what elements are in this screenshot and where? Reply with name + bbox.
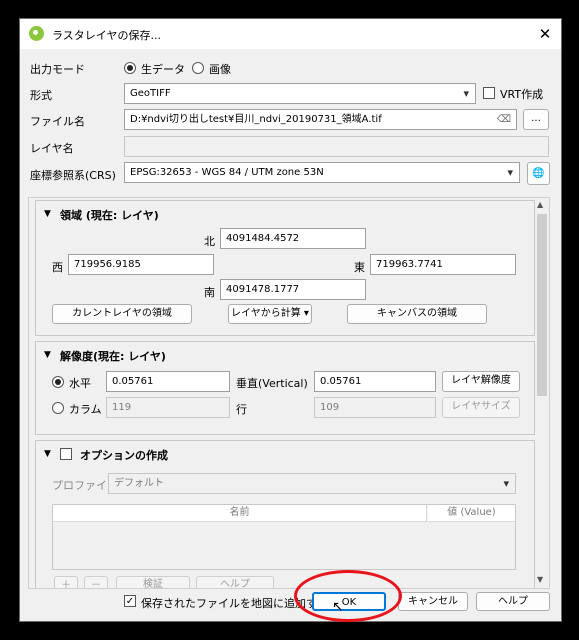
options-table: 名前 値 (Value) xyxy=(52,504,516,570)
clear-icon[interactable]: ⌫ xyxy=(497,110,511,129)
browse-button[interactable]: ... xyxy=(523,109,549,130)
format-value: GeoTIFF xyxy=(130,88,171,99)
crs-label: 座標参照系(CRS) xyxy=(30,169,116,182)
crs-selector-button[interactable]: 🌐 xyxy=(527,162,550,185)
horizontal-label: 水平 xyxy=(69,377,91,390)
vrt-checkbox[interactable] xyxy=(483,87,495,99)
west-input[interactable]: 719956.9185 xyxy=(68,254,214,275)
qgis-logo-icon xyxy=(29,26,44,41)
creation-options-checkbox[interactable] xyxy=(60,448,72,460)
remove-option-icon[interactable]: － xyxy=(84,576,108,588)
save-raster-dialog: ラスタレイヤの保存... ✕ 出力モード 生データ 画像 形式 GeoTIFF … xyxy=(19,18,562,622)
options-scroll-area: ▼ 領域 (現在: レイヤ) 北 4091484.4572 西 719956.9… xyxy=(28,197,550,589)
vrt-label: VRT作成 xyxy=(500,88,544,101)
add-option-icon[interactable]: ＋ xyxy=(54,576,78,588)
columns-input[interactable]: 119 xyxy=(106,397,230,418)
col-name-header[interactable]: 名前 xyxy=(53,505,427,522)
east-label: 東 xyxy=(354,261,365,274)
scroll-down-icon[interactable]: ▼ xyxy=(537,575,543,584)
layer-resolution-button[interactable]: レイヤ解像度 xyxy=(442,371,520,392)
add-to-map-checkbox[interactable]: ✓ xyxy=(124,595,136,607)
vertical-input[interactable]: 0.05761 xyxy=(314,371,436,392)
south-input[interactable]: 4091478.1777 xyxy=(220,279,366,300)
filename-value: D:¥ndvi切り出しtest¥目川_ndvi_20190731_領域A.tif xyxy=(130,114,382,125)
profile-select[interactable]: デフォルト xyxy=(108,473,516,494)
image-radio[interactable] xyxy=(192,62,204,74)
raw-data-label: 生データ xyxy=(141,63,185,76)
resolution-header: 解像度(現在: レイヤ) xyxy=(60,350,166,363)
annotation-circle xyxy=(294,570,402,622)
horizontal-input[interactable]: 0.05761 xyxy=(106,371,230,392)
current-layer-extent-button[interactable]: カレントレイヤの領域 xyxy=(52,304,192,324)
canvas-extent-button[interactable]: キャンバスの領域 xyxy=(347,304,487,324)
north-label: 北 xyxy=(204,235,215,248)
profile-value: デフォルト xyxy=(114,478,164,489)
east-input[interactable]: 719963.7741 xyxy=(370,254,516,275)
options-help-button[interactable]: ヘルプ xyxy=(196,576,274,588)
filename-input[interactable]: D:¥ndvi切り出しtest¥目川_ndvi_20190731_領域A.tif… xyxy=(124,109,517,130)
collapse-triangle-icon[interactable]: ▼ xyxy=(44,209,51,219)
horizontal-radio[interactable] xyxy=(52,376,64,388)
columns-radio[interactable] xyxy=(52,402,64,414)
layer-size-button[interactable]: レイヤサイズ xyxy=(442,397,520,418)
north-input[interactable]: 4091484.4572 xyxy=(220,228,366,249)
extent-group: ▼ 領域 (現在: レイヤ) 北 4091484.4572 西 719956.9… xyxy=(35,200,535,336)
layer-name-label: レイヤ名 xyxy=(30,142,74,155)
south-label: 南 xyxy=(204,286,215,299)
title-bar[interactable]: ラスタレイヤの保存... ✕ xyxy=(20,19,561,49)
layer-name-input[interactable] xyxy=(124,136,549,157)
col-value-header[interactable]: 値 (Value) xyxy=(428,505,515,522)
collapse-triangle-icon[interactable]: ▼ xyxy=(44,449,51,459)
crs-value: EPSG:32653 - WGS 84 / UTM zone 53N xyxy=(130,167,324,178)
crs-select[interactable]: EPSG:32653 - WGS 84 / UTM zone 53N xyxy=(124,162,520,183)
raw-data-radio[interactable] xyxy=(124,62,136,74)
resolution-group: ▼ 解像度(現在: レイヤ) 水平 0.05761 垂直(Vertical) 0… xyxy=(35,341,535,435)
globe-icon: 🌐 xyxy=(532,168,545,179)
validate-button[interactable]: 検証 xyxy=(116,576,190,588)
cancel-button[interactable]: キャンセル xyxy=(398,592,468,611)
vertical-label: 垂直(Vertical) xyxy=(236,377,308,390)
extent-header: 領域 (現在: レイヤ) xyxy=(60,209,159,222)
image-label: 画像 xyxy=(209,63,231,76)
creation-options-group: ▼ オプションの作成 プロファイル デフォルト 名前 値 (Value) ＋ －… xyxy=(35,440,535,588)
format-label: 形式 xyxy=(30,89,52,102)
format-select[interactable]: GeoTIFF xyxy=(124,83,476,104)
columns-label: カラム xyxy=(69,403,102,416)
dialog-title: ラスタレイヤの保存... xyxy=(52,29,161,42)
scroll-up-icon[interactable]: ▲ xyxy=(537,200,543,209)
rows-label: 行 xyxy=(236,403,247,416)
filename-label: ファイル名 xyxy=(30,115,85,128)
help-button[interactable]: ヘルプ xyxy=(476,592,550,611)
calc-from-layer-button[interactable]: レイヤから計算 ▾ xyxy=(228,304,312,324)
west-label: 西 xyxy=(52,261,63,274)
close-icon[interactable]: ✕ xyxy=(534,23,556,45)
scrollbar-thumb[interactable] xyxy=(537,214,547,396)
collapse-triangle-icon[interactable]: ▼ xyxy=(44,350,51,360)
creation-options-header: オプションの作成 xyxy=(80,449,168,462)
rows-input[interactable]: 109 xyxy=(314,397,436,418)
scrollbar[interactable]: ▲ ▼ xyxy=(535,198,549,588)
chevron-down-icon: ▾ xyxy=(303,308,309,319)
output-mode-label: 出力モード xyxy=(30,63,85,76)
calc-from-layer-label: レイヤから計算 xyxy=(231,308,301,319)
